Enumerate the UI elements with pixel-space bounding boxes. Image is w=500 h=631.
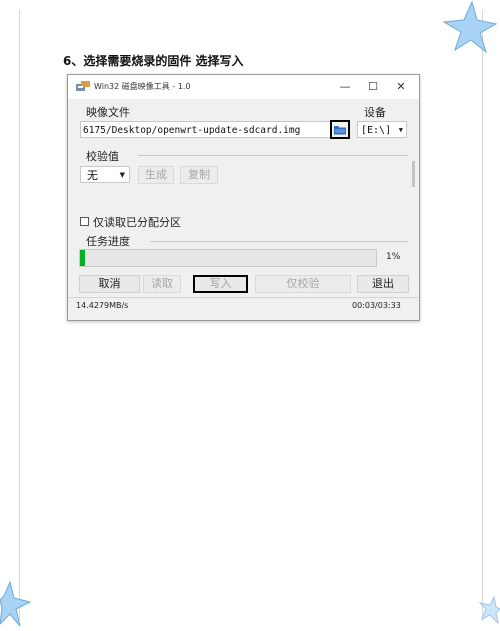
verify-only-button[interactable]: 仅校验 (255, 275, 351, 293)
hash-type-value: 无 (87, 169, 98, 182)
read-button[interactable]: 读取 (143, 275, 181, 293)
close-button[interactable]: ✕ (388, 78, 414, 96)
progress-percent: 1% (386, 252, 401, 262)
image-file-input[interactable]: 6175/Desktop/openwrt-update-sdcard.img (80, 121, 350, 138)
star-decoration-top-right (442, 0, 498, 54)
readonly-label: 仅读取已分配分区 (93, 216, 181, 229)
scrollbar[interactable] (412, 161, 415, 187)
device-select[interactable]: [E:\] ▼ (357, 121, 407, 138)
group-divider (138, 155, 408, 156)
device-value: [E:\] (361, 125, 392, 136)
cancel-button[interactable]: 取消 (79, 275, 140, 293)
browse-button[interactable] (330, 120, 350, 139)
star-decoration-bottom-right (478, 595, 500, 625)
time-readout: 00:03/03:33 (352, 301, 401, 310)
hash-label: 校验值 (86, 150, 119, 163)
progress-label: 任务进度 (86, 235, 130, 248)
star-decoration-bottom-left (0, 580, 32, 627)
folder-icon (334, 126, 346, 135)
image-file-label: 映像文件 (86, 106, 130, 119)
group-divider (150, 241, 408, 242)
window-title: Win32 磁盘映像工具 - 1.0 (94, 82, 191, 91)
exit-button[interactable]: 退出 (357, 275, 409, 293)
readonly-checkbox[interactable] (80, 217, 89, 226)
status-divider (68, 297, 419, 298)
hash-type-select[interactable]: 无 ▼ (80, 166, 130, 183)
progress-bar (79, 249, 377, 267)
disk-imager-icon (76, 81, 90, 91)
step-heading: 6、选择需要烧录的固件 选择写入 (63, 54, 244, 68)
device-label: 设备 (364, 106, 386, 119)
speed-readout: 14.4279MB/s (76, 301, 129, 310)
app-window: Win32 磁盘映像工具 - 1.0 — ☐ ✕ 映像文件 设备 6175/De… (67, 74, 420, 321)
maximize-button[interactable]: ☐ (360, 78, 386, 96)
write-button[interactable]: 写入 (193, 275, 248, 293)
chevron-down-icon: ▼ (119, 171, 125, 179)
chevron-down-icon: ▼ (398, 126, 403, 134)
generate-hash-button[interactable]: 生成 (138, 166, 174, 184)
copy-hash-button[interactable]: 复制 (180, 166, 218, 184)
progress-fill (80, 250, 85, 266)
minimize-button[interactable]: — (332, 78, 358, 96)
title-bar[interactable]: Win32 磁盘映像工具 - 1.0 — ☐ ✕ (68, 75, 419, 99)
